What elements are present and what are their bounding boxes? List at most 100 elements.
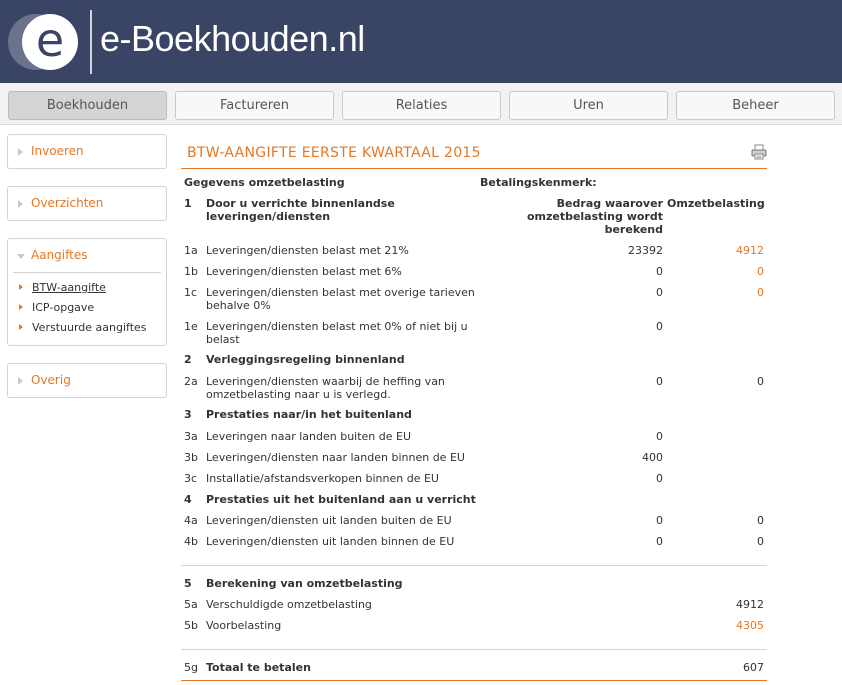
printer-icon[interactable] bbox=[751, 144, 767, 160]
section-title: Berekening van omzetbelasting bbox=[206, 577, 403, 590]
tab-relaties[interactable]: Relaties bbox=[342, 91, 501, 120]
sidebar-item-verstuurde-aangiftes[interactable]: Verstuurde aangiftes bbox=[8, 318, 166, 338]
row-amount: 0 bbox=[656, 430, 663, 443]
row-description: Installatie/afstandsverkopen binnen de E… bbox=[206, 472, 439, 485]
sidebar-aangiftes-label: Aangiftes bbox=[31, 248, 88, 262]
row-amount: 0 bbox=[656, 286, 663, 299]
gegevens-label: Gegevens omzetbelasting bbox=[184, 176, 345, 189]
section-title: Door u verrichte binnenlandse leveringen… bbox=[206, 197, 395, 223]
section-title: Prestaties naar/in het buitenland bbox=[206, 408, 412, 421]
sidebar-invoeren-label: Invoeren bbox=[31, 144, 84, 158]
sidebar-overig[interactable]: Overig bbox=[7, 363, 167, 398]
row-description: Leveringen/diensten uit landen binnen de… bbox=[206, 535, 455, 548]
row-code: 3c bbox=[184, 472, 198, 485]
row-code: 4a bbox=[184, 514, 198, 527]
row-code: 5b bbox=[184, 619, 198, 632]
sidebar-item-icp-opgave[interactable]: ICP-opgave bbox=[8, 298, 166, 318]
row-description: Leveringen naar landen buiten de EU bbox=[206, 430, 412, 443]
row-amount: 400 bbox=[642, 451, 663, 464]
row-amount: 0 bbox=[656, 514, 663, 527]
sidebar-invoeren[interactable]: Invoeren bbox=[7, 134, 167, 169]
tab-beheer[interactable]: Beheer bbox=[676, 91, 835, 120]
row-description: Leveringen/diensten uit landen buiten de… bbox=[206, 514, 452, 527]
sidebar-aangiftes-head[interactable]: Aangiftes bbox=[8, 239, 166, 272]
app-header: e e-Boekhouden.nl bbox=[0, 0, 842, 83]
bullet-icon bbox=[19, 324, 23, 330]
section-code: 2 bbox=[184, 353, 192, 366]
row-amount: 0 bbox=[656, 320, 663, 333]
section-title: Verleggingsregeling binnenland bbox=[206, 353, 405, 366]
sidebar-item-label: ICP-opgave bbox=[32, 301, 95, 314]
row-code: 1b bbox=[184, 265, 198, 278]
row-tax: 4912 bbox=[736, 598, 764, 611]
row-description: Leveringen/diensten belast met 21% bbox=[206, 244, 409, 257]
row-tax: 0 bbox=[757, 286, 764, 299]
chevron-right-icon bbox=[18, 377, 23, 385]
chevron-right-icon bbox=[18, 200, 23, 208]
section-code: 4 bbox=[184, 493, 192, 506]
row-description: Totaal te betalen bbox=[206, 661, 311, 674]
sidebar-overig-label: Overig bbox=[31, 373, 71, 387]
betalingskenmerk-label: Betalingskenmerk: bbox=[480, 176, 597, 189]
section-code: 3 bbox=[184, 408, 192, 421]
row-description: Leveringen/diensten waarbij de heffing v… bbox=[206, 375, 445, 401]
chevron-down-icon bbox=[17, 254, 25, 259]
logo-separator bbox=[90, 10, 92, 74]
row-amount: 0 bbox=[656, 265, 663, 278]
sidebar-item-label: Verstuurde aangiftes bbox=[32, 321, 147, 334]
row-code: 1a bbox=[184, 244, 198, 257]
tab-boekhouden[interactable]: Boekhouden bbox=[8, 91, 167, 120]
row-tax: 0 bbox=[757, 535, 764, 548]
sidebar-overzichten[interactable]: Overzichten bbox=[7, 186, 167, 221]
chevron-right-icon bbox=[18, 148, 23, 156]
row-tax: 4305 bbox=[736, 619, 764, 632]
sidebar-invoeren-head: Invoeren bbox=[8, 135, 166, 168]
row-description: Verschuldigde omzetbelasting bbox=[206, 598, 372, 611]
row-tax: 0 bbox=[757, 375, 764, 388]
row-tax: 0 bbox=[757, 265, 764, 278]
section-divider bbox=[181, 565, 767, 566]
column-header-amount: Bedrag waarover omzetbelasting wordt ber… bbox=[526, 197, 663, 236]
row-description: Leveringen/diensten belast met 6% bbox=[206, 265, 402, 278]
row-code: 2a bbox=[184, 375, 198, 388]
page-title: BTW-AANGIFTE EERSTE KWARTAAL 2015 bbox=[187, 145, 481, 161]
row-description: Leveringen/diensten naar landen binnen d… bbox=[206, 451, 465, 464]
row-code: 4b bbox=[184, 535, 198, 548]
logo-mark[interactable]: e bbox=[8, 13, 78, 70]
tab-uren[interactable]: Uren bbox=[509, 91, 668, 120]
row-tax: 4912 bbox=[736, 244, 764, 257]
column-header-tax: Omzetbelasting bbox=[667, 197, 765, 210]
bottom-divider bbox=[181, 680, 767, 681]
row-amount: 0 bbox=[656, 472, 663, 485]
row-description: Leveringen/diensten belast met 0% of nie… bbox=[206, 320, 468, 346]
total-divider bbox=[181, 649, 767, 650]
section-title: Prestaties uit het buitenland aan u verr… bbox=[206, 493, 476, 506]
row-description: Voorbelasting bbox=[206, 619, 282, 632]
row-code: 3a bbox=[184, 430, 198, 443]
row-code: 5a bbox=[184, 598, 198, 611]
tab-factureren[interactable]: Factureren bbox=[175, 91, 334, 120]
section-code: 5 bbox=[184, 577, 192, 590]
sidebar-overzichten-head: Overzichten bbox=[8, 187, 166, 220]
sidebar-overzichten-label: Overzichten bbox=[31, 196, 104, 210]
row-amount: 0 bbox=[656, 535, 663, 548]
bullet-icon bbox=[19, 304, 23, 310]
row-code: 5g bbox=[184, 661, 198, 674]
row-description: Leveringen/diensten belast met overige t… bbox=[206, 286, 475, 312]
logo-letter: e bbox=[35, 13, 65, 67]
row-tax: 0 bbox=[757, 514, 764, 527]
sidebar-overig-head: Overig bbox=[8, 364, 166, 397]
row-amount: 0 bbox=[656, 375, 663, 388]
row-code: 3b bbox=[184, 451, 198, 464]
sidebar-item-btw-aangifte[interactable]: BTW-aangifte bbox=[8, 278, 166, 298]
main-nav: Boekhouden Factureren Relaties Uren Behe… bbox=[0, 83, 842, 125]
row-code: 1c bbox=[184, 286, 198, 299]
sidebar-aangiftes: Aangiftes BTW-aangifte ICP-opgave Verstu… bbox=[7, 238, 167, 346]
row-amount: 23392 bbox=[628, 244, 663, 257]
logo-text[interactable]: e-Boekhouden.nl bbox=[100, 18, 365, 60]
section-code: 1 bbox=[184, 197, 192, 210]
bullet-icon bbox=[19, 284, 23, 290]
total-amount: 607 bbox=[743, 661, 764, 674]
row-code: 1e bbox=[184, 320, 198, 333]
sidebar-item-label: BTW-aangifte bbox=[32, 281, 106, 294]
